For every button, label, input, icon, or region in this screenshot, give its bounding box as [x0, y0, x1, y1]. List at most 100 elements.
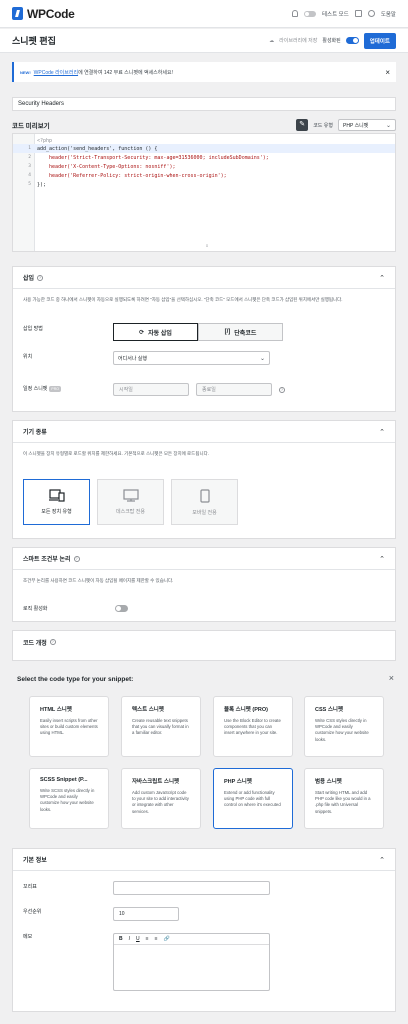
code-type-modal: Select the code type for your snippet: ×… [0, 661, 408, 854]
brackets-icon: [/] [224, 329, 231, 335]
notes-toolbar: B I U ≡ ≡ 🔗 [114, 934, 269, 945]
code-type-card-html[interactable]: HTML 스니펫 Easily insert scripts from othe… [29, 696, 109, 757]
collapse-icon[interactable]: ⌃ [379, 428, 385, 436]
underline-icon[interactable]: U [136, 936, 140, 942]
enable-logic-label: 로직 활성화 [23, 606, 48, 612]
device-type-description: 이 스니펫을 장치 유형별로 로드할 위치를 제한하세요. 기본적으로 스니펫은… [23, 451, 209, 456]
collapse-icon[interactable]: ⌃ [379, 856, 385, 864]
start-date-field[interactable]: 시작일 [113, 383, 189, 396]
priority-label: 우선순위 [23, 909, 42, 915]
wpcode-logo-icon [12, 7, 23, 20]
code-line: 3 header('X-Content-Type-Options: nosnif… [28, 163, 176, 170]
refresh-icon: ⟳ [139, 329, 145, 336]
code-type-select[interactable]: PHP 스니펫 ⌄ [338, 119, 396, 131]
code-type-card-blocks[interactable]: 블록 스니펫 (PRO) Use the Block Editor to cre… [213, 696, 293, 757]
desktop-icon [122, 489, 139, 502]
insert-code-icon[interactable]: ✎ [296, 119, 309, 131]
test-mode-label: 테스트 모드 [321, 11, 349, 18]
code-revisions-title: 코드 개정 [23, 640, 47, 647]
location-select[interactable]: 어디서나 실행 ⌄ [113, 351, 270, 365]
pro-badge: PRO [49, 386, 61, 392]
smart-logic-panel: 스마트 조건부 논리 ? ⌃ 조건부 논리를 사용하면 코드 스니펫이 자동 삽… [12, 547, 396, 622]
close-icon[interactable]: × [389, 673, 394, 683]
insert-method-label: 삽입 방법 [23, 326, 43, 332]
library-link[interactable]: WPCode 라이브러리 [34, 69, 78, 76]
modal-title: Select the code type for your snippet: [17, 676, 134, 683]
code-line: 4 header('Referrer-Policy: strict-origin… [28, 172, 227, 179]
help-icon[interactable]: ? [279, 387, 285, 393]
mobile-icon [199, 488, 210, 503]
insertion-description: 사용 가능한 코드 중 하나에서 스니펫이 자동으로 실행되도록 하려면 "자동… [23, 297, 343, 302]
page-title: 스니펫 편집 [12, 36, 56, 46]
tags-label: 꼬리표 [23, 884, 37, 890]
code-preview-header: 코드 미리보기 ✎ 코드 유형 PHP 스니펫 ⌄ [12, 117, 396, 133]
code-line: 5 }); [28, 181, 47, 188]
save-to-library-link[interactable]: 라이브러리에 저장 [279, 37, 317, 44]
inbox-icon[interactable] [354, 10, 362, 17]
code-type-card-js[interactable]: 자바스크립트 스니펫 Add custom JavaScript code to… [121, 768, 201, 829]
code-type-value: PHP 스니펫 [343, 122, 369, 129]
collapse-icon[interactable]: ⌃ [379, 274, 385, 282]
bold-icon[interactable]: B [119, 936, 123, 942]
device-type-title: 기기 종류 [23, 430, 47, 436]
help-circle-icon[interactable] [367, 10, 375, 17]
code-editor[interactable]: <?php 1 add_action('send_headers', funct… [12, 133, 396, 252]
code-type-card-universal[interactable]: 범용 스니펫 Start writing HTML and add PHP co… [304, 768, 384, 829]
insertion-title: 삽입 [23, 276, 35, 282]
code-type-card-php[interactable]: PHP 스니펫 Extend or add functionality usin… [213, 768, 293, 829]
code-revisions-panel: 코드 개정 ? [12, 630, 396, 661]
code-type-label: 코드 유형 [313, 122, 333, 129]
end-date-field[interactable]: 종료일 [196, 383, 272, 396]
test-mode-toggle[interactable] [303, 10, 316, 17]
cloud-icon: ☁ [269, 37, 275, 44]
library-notice: NEW! WPCode 라이브러리 에 연결하여 142 무료 스니펫에 액세스… [12, 62, 396, 82]
insertion-panel: 삽입 ? ⌃ 사용 가능한 코드 중 하나에서 스니펫이 자동으로 실행되도록 … [12, 266, 396, 412]
enable-logic-toggle[interactable] [115, 605, 128, 612]
app-logo-text: WPCode [27, 6, 75, 21]
chevron-down-icon: ⌄ [259, 355, 265, 362]
chevron-down-icon: ⌄ [385, 122, 391, 129]
snippet-title-input[interactable]: Security Headers [12, 97, 396, 111]
title-bar: 스니펫 편집 ☁ 라이브러리에 저장 활성화된 업데이트 [0, 29, 408, 53]
notes-editor[interactable]: B I U ≡ ≡ 🔗 [113, 933, 270, 991]
basic-info-title: 기본 정보 [23, 858, 47, 864]
new-badge: NEW! [20, 69, 31, 75]
resize-handle-icon[interactable]: ⇕ [204, 243, 210, 249]
code-type-card-css[interactable]: CSS 스니펫 Write CSS styles directly in WPC… [304, 696, 384, 757]
code-line: 2 header('Strict-Transport-Security: max… [28, 154, 269, 161]
device-mobile-card[interactable]: 모바일 전용 [171, 479, 238, 525]
code-preview-title: 코드 미리보기 [12, 123, 50, 130]
schedule-label: 일정 스니펫 PRO [23, 386, 61, 392]
bullet-list-icon[interactable]: ≡ [146, 936, 149, 942]
code-type-card-scss[interactable]: SCSS Snippet (P... Write SCSS styles dir… [29, 768, 109, 829]
help-icon[interactable]: ? [37, 274, 44, 281]
help-icon[interactable]: ? [49, 639, 56, 645]
priority-input[interactable]: 10 [113, 907, 179, 921]
italic-icon[interactable]: I [129, 936, 130, 942]
device-all-card[interactable]: 모든 장치 유형 [23, 479, 90, 525]
collapse-icon[interactable]: ⌃ [379, 555, 385, 563]
code-line: 1 add_action('send_headers', function ()… [13, 144, 395, 153]
location-label: 위치 [23, 354, 33, 360]
notice-text: 에 연결하여 142 무료 스니펫에 액세스하세요! [78, 69, 173, 76]
devices-icon [48, 489, 65, 502]
smart-logic-title: 스마트 조건부 논리 [23, 557, 71, 563]
active-toggle[interactable] [345, 37, 359, 44]
basic-info-panel: 기본 정보 ⌃ 꼬리표 우선순위 10 메모 B I U ≡ ≡ 🔗 [12, 848, 396, 1012]
code-type-card-text[interactable]: 텍스트 스니펫 Create reusable text snippets th… [121, 696, 201, 757]
device-desktop-card[interactable]: 데스크탑 전용 [97, 479, 164, 525]
device-type-panel: 기기 종류 ⌃ 이 스니펫을 장치 유형별로 로드할 위치를 제한하세요. 기본… [12, 420, 396, 539]
link-icon[interactable]: 🔗 [163, 936, 169, 942]
active-label: 활성화된 [322, 38, 341, 44]
top-bar: WPCode 테스트 모드 도움말 [0, 0, 408, 28]
auto-insert-button[interactable]: ⟳ 자동 삽입 [113, 323, 198, 341]
tags-input[interactable] [113, 881, 270, 895]
shortcode-button[interactable]: [/] 단축코드 [198, 323, 283, 341]
help-icon[interactable]: ? [73, 555, 80, 562]
lightbulb-icon[interactable] [291, 10, 298, 17]
close-icon[interactable]: × [385, 68, 390, 77]
location-value: 어디서나 실행 [118, 355, 147, 362]
help-link[interactable]: 도움말 [381, 10, 396, 18]
update-button[interactable]: 업데이트 [363, 32, 396, 49]
numbered-list-icon[interactable]: ≡ [155, 936, 158, 942]
